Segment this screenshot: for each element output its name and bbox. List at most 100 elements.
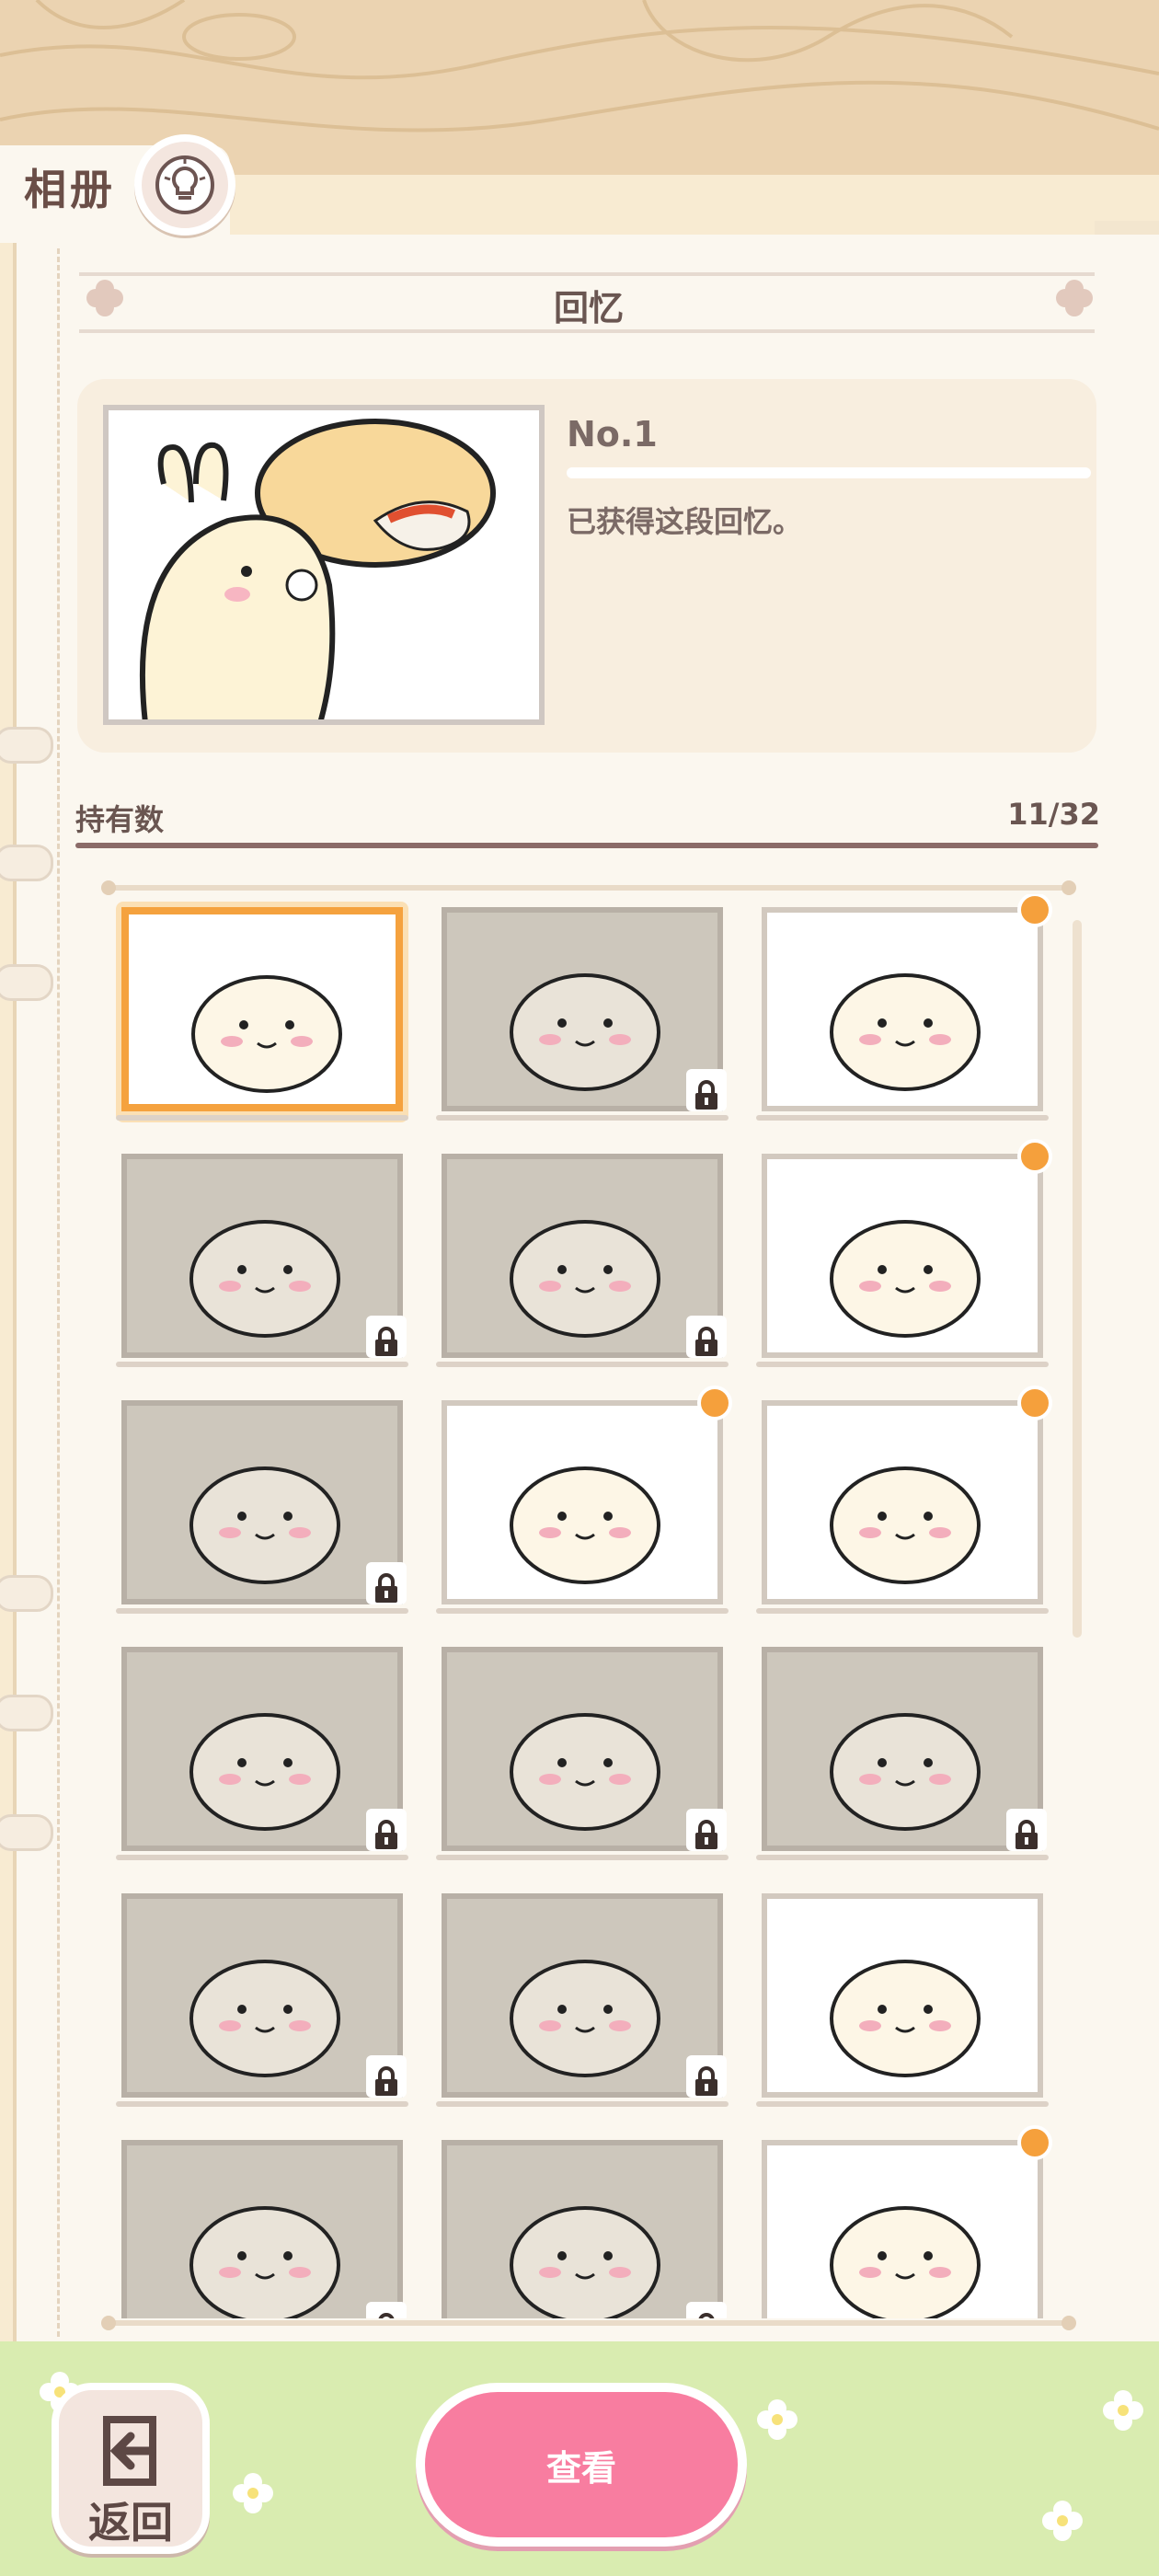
card-shadow [436, 2101, 729, 2107]
memory-thumbnail [121, 2140, 403, 2318]
memory-card-5[interactable] [436, 1148, 729, 1369]
tip-button[interactable] [134, 134, 235, 236]
card-shadow [756, 1115, 1049, 1121]
memory-thumbnail [762, 1154, 1043, 1358]
lock-icon [686, 1069, 727, 1111]
lock-icon [686, 1316, 727, 1358]
binder-ring [0, 727, 53, 764]
card-shadow [436, 1362, 729, 1367]
memory-card-18[interactable] [756, 2125, 1052, 2318]
card-shadow [756, 2101, 1049, 2107]
lock-icon [686, 2055, 727, 2098]
memory-card-12[interactable] [756, 1641, 1049, 1862]
memory-thumbnail [762, 907, 1043, 1111]
memory-thumbnail [121, 907, 403, 1111]
grid-bottom-rail [109, 2320, 1069, 2326]
owned-count: 11/32 [1007, 797, 1100, 832]
memory-card-17[interactable] [436, 2134, 729, 2318]
binder-ring [0, 964, 53, 1001]
binder-ring [0, 1695, 53, 1731]
card-shadow [436, 1855, 729, 1860]
memory-thumbnail [121, 1647, 403, 1851]
grid-top-rail [109, 885, 1069, 891]
title-underline [567, 467, 1091, 478]
memory-card-16[interactable] [116, 2134, 408, 2318]
memory-card-3[interactable] [756, 894, 1052, 1122]
back-label: 返回 [88, 2498, 173, 2547]
memory-thumbnail [121, 1893, 403, 2098]
lock-icon [1006, 1809, 1047, 1851]
lock-icon [686, 1809, 727, 1851]
section-title: 回忆 [553, 288, 624, 328]
memory-thumbnail [442, 1154, 723, 1358]
memory-detail-image [103, 405, 545, 725]
binder-ring [0, 845, 53, 881]
owned-label: 持有数 [75, 802, 165, 837]
memory-grid[interactable] [109, 894, 1069, 2318]
lightbulb-icon [155, 155, 214, 214]
memory-card-2[interactable] [436, 902, 729, 1122]
new-badge [1017, 894, 1052, 927]
memory-card-15[interactable] [756, 1888, 1049, 2109]
card-shadow [116, 1608, 408, 1614]
flower-icon [757, 2399, 798, 2440]
card-shadow [116, 1115, 408, 1121]
memory-card-8[interactable] [436, 1386, 732, 1616]
grid-scrollbar[interactable] [1073, 920, 1082, 1638]
memory-card-7[interactable] [116, 1395, 408, 1616]
memory-description: 已获得这段回忆。 [567, 504, 803, 539]
memory-thumbnail [121, 1154, 403, 1358]
lock-icon [686, 2302, 727, 2318]
new-badge [1017, 1386, 1052, 1420]
memory-thumbnail [121, 1400, 403, 1604]
memory-card-14[interactable] [436, 1888, 729, 2109]
lock-icon [366, 2302, 407, 2318]
binder-ring [0, 1575, 53, 1612]
memory-thumbnail [442, 2140, 723, 2318]
lock-icon [366, 1562, 407, 1604]
rail-end [1061, 880, 1076, 895]
card-shadow [116, 2101, 408, 2107]
memory-card-10[interactable] [116, 1641, 408, 1862]
card-shadow [756, 1608, 1049, 1614]
owned-divider [75, 843, 1098, 848]
memory-card-13[interactable] [116, 1888, 408, 2109]
memory-thumbnail [442, 907, 723, 1111]
memory-card-11[interactable] [436, 1641, 729, 1862]
memory-number: No.1 [567, 414, 658, 454]
lock-icon [366, 2055, 407, 2098]
memory-card-9[interactable] [756, 1386, 1052, 1616]
flower-icon [1103, 2390, 1143, 2431]
card-shadow [116, 1855, 408, 1860]
memory-thumbnail [442, 1647, 723, 1851]
memory-thumbnail [762, 1647, 1043, 1851]
card-shadow [436, 1608, 729, 1614]
memory-card-4[interactable] [116, 1148, 408, 1369]
lock-icon [366, 1809, 407, 1851]
memory-thumbnail [442, 1400, 723, 1604]
back-button[interactable]: 返回 [52, 2383, 210, 2554]
flower-icon [1042, 2501, 1083, 2541]
rail-end [101, 880, 116, 895]
memory-thumbnail [762, 1400, 1043, 1604]
new-badge [697, 1386, 732, 1420]
memory-card-6[interactable] [756, 1139, 1052, 1369]
binder-ring [0, 1814, 53, 1851]
memory-card-1[interactable] [116, 902, 408, 1122]
rail-end [101, 2316, 116, 2330]
card-shadow [116, 1362, 408, 1367]
new-badge [1017, 2125, 1052, 2160]
rail-end [1061, 2316, 1076, 2330]
memory-thumbnail [442, 1893, 723, 2098]
memory-thumbnail [762, 1893, 1043, 2098]
memory-thumbnail [762, 2140, 1043, 2318]
card-shadow [756, 1362, 1049, 1367]
page-dashed-margin [57, 248, 60, 2337]
page-title: 相册 [24, 165, 116, 214]
card-shadow [436, 1115, 729, 1121]
lock-icon [366, 1316, 407, 1358]
view-button[interactable]: 查看 [416, 2383, 747, 2547]
view-label: 查看 [425, 2392, 738, 2537]
exit-icon [103, 2416, 156, 2486]
card-shadow [756, 1855, 1049, 1860]
